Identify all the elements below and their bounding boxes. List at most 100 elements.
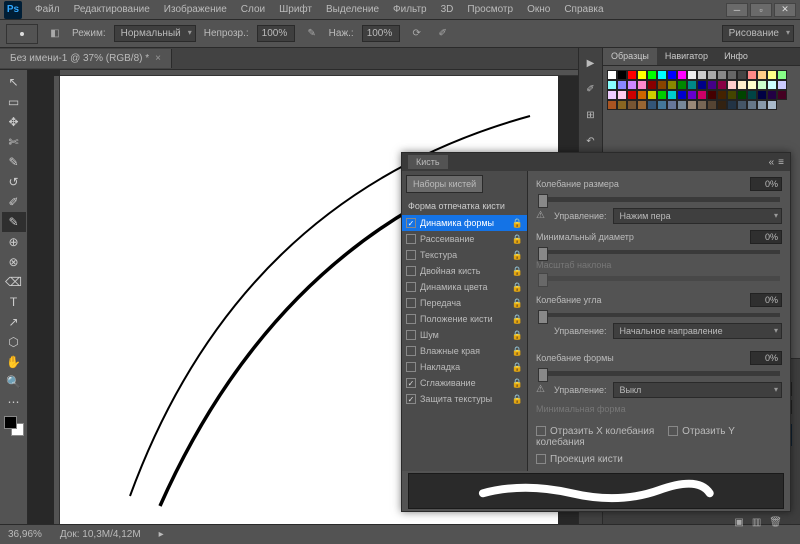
- swatch[interactable]: [607, 70, 617, 80]
- roundness-control-dropdown[interactable]: Выкл: [613, 382, 782, 398]
- brush-presets-button[interactable]: Наборы кистей: [406, 175, 483, 193]
- tool-3[interactable]: ✄: [2, 132, 26, 152]
- swatch[interactable]: [677, 80, 687, 90]
- swatch[interactable]: [657, 100, 667, 110]
- menu-Окно[interactable]: Окно: [520, 1, 557, 18]
- flip-y-checkbox[interactable]: [668, 426, 678, 436]
- preset-icon[interactable]: ▥: [752, 517, 761, 528]
- swatch[interactable]: [637, 80, 647, 90]
- tab-navigator[interactable]: Навигатор: [657, 48, 716, 65]
- tool-2[interactable]: ✥: [2, 112, 26, 132]
- swatch[interactable]: [657, 90, 667, 100]
- checkbox[interactable]: [406, 362, 416, 372]
- brush-setting-row[interactable]: Динамика формы🔒: [402, 215, 527, 231]
- swatch[interactable]: [757, 100, 767, 110]
- swatch[interactable]: [677, 100, 687, 110]
- size-jitter-value[interactable]: 0%: [750, 177, 782, 191]
- swatch[interactable]: [647, 90, 657, 100]
- swatch[interactable]: [637, 70, 647, 80]
- menu-Файл[interactable]: Файл: [28, 1, 67, 18]
- brush-projection-checkbox[interactable]: [536, 454, 546, 464]
- tool-12[interactable]: ↗: [2, 312, 26, 332]
- swatch[interactable]: [627, 80, 637, 90]
- brush-setting-row[interactable]: Текстура🔒: [402, 247, 527, 263]
- mode-dropdown[interactable]: Нормальный: [114, 25, 196, 42]
- swatch[interactable]: [747, 80, 757, 90]
- swatch[interactable]: [737, 100, 747, 110]
- swatch[interactable]: [657, 80, 667, 90]
- brush-setting-row[interactable]: Передача🔒: [402, 295, 527, 311]
- flip-x-checkbox[interactable]: [536, 426, 546, 436]
- lock-icon[interactable]: 🔒: [512, 218, 523, 229]
- checkbox[interactable]: [406, 234, 416, 244]
- swatch[interactable]: [617, 90, 627, 100]
- swatch[interactable]: [697, 80, 707, 90]
- zoom-level[interactable]: 36,96%: [8, 529, 42, 540]
- workspace-dropdown[interactable]: Рисование: [722, 25, 794, 42]
- history-icon[interactable]: ↶: [582, 132, 600, 150]
- lock-icon[interactable]: 🔒: [512, 298, 523, 309]
- swatch[interactable]: [617, 70, 627, 80]
- brush-preview-icon[interactable]: [6, 24, 38, 44]
- swatch[interactable]: [737, 90, 747, 100]
- opacity-field[interactable]: 100%: [257, 25, 295, 42]
- swatch[interactable]: [687, 90, 697, 100]
- tablet-size-icon[interactable]: ✐: [434, 25, 452, 43]
- swatch[interactable]: [717, 70, 727, 80]
- swatch[interactable]: [727, 70, 737, 80]
- swatch[interactable]: [677, 90, 687, 100]
- min-diameter-value[interactable]: 0%: [750, 230, 782, 244]
- tool-1[interactable]: ▭: [2, 92, 26, 112]
- swatch[interactable]: [657, 70, 667, 80]
- roundness-jitter-slider[interactable]: [538, 371, 780, 376]
- lock-icon[interactable]: 🔒: [512, 314, 523, 325]
- swatch[interactable]: [647, 80, 657, 90]
- swatch[interactable]: [777, 80, 787, 90]
- swatch[interactable]: [777, 70, 787, 80]
- airbrush-icon[interactable]: ⟳: [408, 25, 426, 43]
- checkbox[interactable]: [406, 250, 416, 260]
- swatch[interactable]: [747, 90, 757, 100]
- brush-tip-shape-label[interactable]: Форма отпечатка кисти: [402, 197, 527, 215]
- play-icon[interactable]: ▶: [582, 54, 600, 72]
- brush-setting-row[interactable]: Шум🔒: [402, 327, 527, 343]
- lock-icon[interactable]: 🔒: [512, 378, 523, 389]
- swatch[interactable]: [687, 80, 697, 90]
- tool-14[interactable]: ✋: [2, 352, 26, 372]
- tool-0[interactable]: ↖: [2, 72, 26, 92]
- swatch[interactable]: [647, 70, 657, 80]
- trash-icon[interactable]: 🗑: [769, 517, 782, 528]
- lock-icon[interactable]: 🔒: [512, 394, 523, 405]
- swatch[interactable]: [757, 90, 767, 100]
- swatch[interactable]: [707, 80, 717, 90]
- swatch[interactable]: [717, 90, 727, 100]
- swatch[interactable]: [737, 80, 747, 90]
- minimize-button[interactable]: ─: [726, 3, 748, 17]
- tool-16[interactable]: ⋯: [2, 392, 26, 412]
- new-preset-icon[interactable]: ▣: [734, 517, 743, 528]
- checkbox[interactable]: [406, 330, 416, 340]
- swatch[interactable]: [627, 100, 637, 110]
- lock-icon[interactable]: 🔒: [512, 362, 523, 373]
- swatch[interactable]: [767, 90, 777, 100]
- brush-panel-header[interactable]: Кисть «≡: [402, 153, 790, 171]
- menu-Выделение[interactable]: Выделение: [319, 1, 386, 18]
- swatch[interactable]: [607, 100, 617, 110]
- tool-7[interactable]: ✎: [2, 212, 26, 232]
- swatch[interactable]: [677, 70, 687, 80]
- lock-icon[interactable]: 🔒: [512, 346, 523, 357]
- checkbox[interactable]: [406, 218, 416, 228]
- checkbox[interactable]: [406, 314, 416, 324]
- swatch[interactable]: [767, 70, 777, 80]
- tool-6[interactable]: ✐: [2, 192, 26, 212]
- brush-setting-row[interactable]: Сглаживание🔒: [402, 375, 527, 391]
- brush-setting-row[interactable]: Динамика цвета🔒: [402, 279, 527, 295]
- checkbox[interactable]: [406, 378, 416, 388]
- menu-Фильтр[interactable]: Фильтр: [386, 1, 434, 18]
- menu-Справка[interactable]: Справка: [557, 1, 610, 18]
- swatch[interactable]: [767, 80, 777, 90]
- swatch[interactable]: [697, 90, 707, 100]
- menu-Шрифт[interactable]: Шрифт: [272, 1, 319, 18]
- lock-icon[interactable]: 🔒: [512, 330, 523, 341]
- tab-swatches[interactable]: Образцы: [603, 48, 657, 65]
